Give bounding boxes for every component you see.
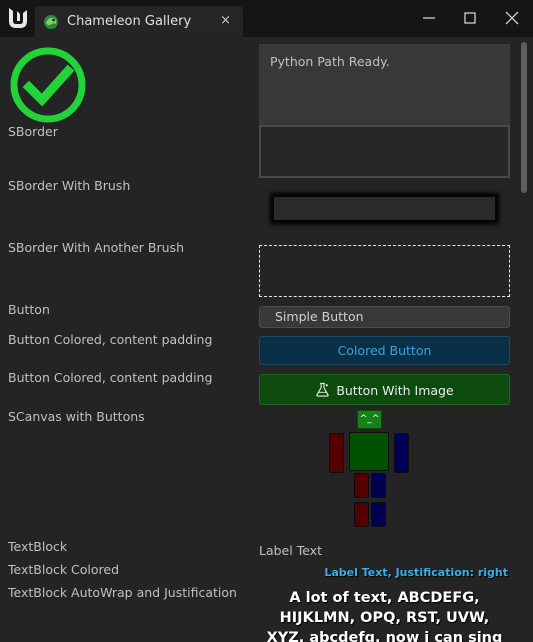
- sborder-another-brush-label: SBorder With Another Brush: [8, 240, 184, 255]
- minimize-icon[interactable]: [420, 9, 438, 27]
- image-button-label: Button With Image: [336, 383, 454, 398]
- image-button[interactable]: Button With Image: [259, 374, 510, 405]
- label-text-right-justified: Label Text, Justification: right: [324, 566, 508, 579]
- robot-left-leg-lower-button[interactable]: [354, 502, 369, 527]
- unreal-logo-icon: [9, 8, 27, 28]
- robot-right-leg-upper-button[interactable]: [371, 473, 386, 498]
- robot-right-arm-button[interactable]: [394, 433, 409, 473]
- robot-body-button[interactable]: [349, 432, 389, 471]
- flask-icon: [316, 382, 330, 397]
- colored-button[interactable]: Colored Button: [259, 336, 510, 365]
- maximize-icon[interactable]: [461, 9, 479, 27]
- sborder-box: [259, 125, 510, 178]
- python-status-box: Python Path Ready.: [259, 44, 510, 126]
- tab-chameleon-gallery[interactable]: Chameleon Gallery ×: [35, 6, 243, 37]
- robot-head-button[interactable]: ^_^: [357, 410, 382, 429]
- check-circle-icon: [10, 47, 86, 123]
- scrollbar-thumb[interactable]: [521, 42, 527, 193]
- tab-label: Chameleon Gallery: [67, 14, 192, 29]
- sborder-dashed-box: [259, 245, 510, 297]
- python-status-text: Python Path Ready.: [270, 54, 390, 69]
- sborder-brush-label: SBorder With Brush: [8, 178, 131, 193]
- tab-close-button[interactable]: ×: [220, 13, 231, 28]
- autowrap-text-block: A lot of text, ABCDEFG, HIJKLMN, OPQ, RS…: [266, 590, 503, 642]
- textblock-autowrap-label: TextBlock AutoWrap and Justification: [8, 585, 237, 600]
- button-label: Button: [8, 302, 50, 317]
- title-bar: Chameleon Gallery ×: [0, 0, 533, 37]
- button-colored-label: Button Colored, content padding: [8, 332, 213, 347]
- scanvas-label: SCanvas with Buttons: [8, 409, 145, 424]
- robot-left-arm-button[interactable]: [329, 433, 344, 473]
- textblock-label: TextBlock: [8, 539, 68, 554]
- sborder-brush-box: [272, 195, 497, 222]
- button-colored-label-2: Button Colored, content padding: [8, 370, 213, 385]
- sborder-label: SBorder: [8, 124, 58, 139]
- chameleon-icon: [44, 15, 58, 29]
- simple-button[interactable]: Simple Button: [259, 306, 510, 328]
- close-window-icon[interactable]: [503, 9, 521, 27]
- gallery-content: Python Path Ready. SBorder SBorder With …: [0, 37, 533, 642]
- robot-right-leg-lower-button[interactable]: [371, 502, 386, 527]
- label-text: Label Text: [259, 543, 322, 558]
- robot-left-leg-upper-button[interactable]: [354, 473, 369, 498]
- textblock-colored-label: TextBlock Colored: [8, 562, 120, 577]
